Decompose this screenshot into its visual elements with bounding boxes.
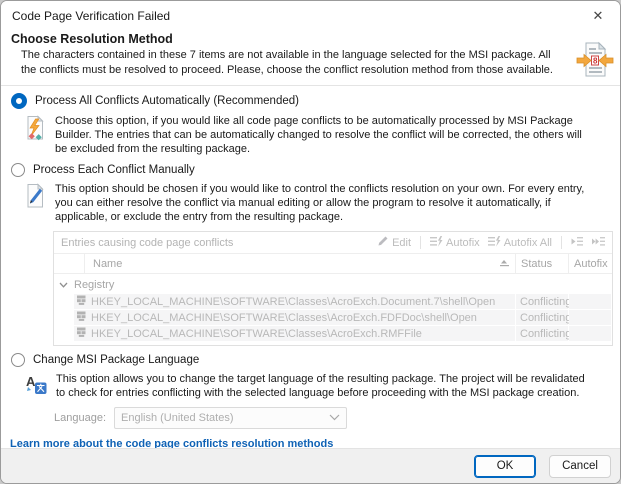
- language-value: English (United States): [121, 412, 234, 424]
- radio-change-language[interactable]: Change MSI Package Language: [11, 353, 620, 367]
- title-bar: Code Page Verification Failed ✕: [1, 1, 620, 30]
- status-badge: Conflicting: [516, 326, 568, 341]
- autofix-cell: [569, 310, 611, 325]
- column-header-autofix[interactable]: Autofix: [568, 254, 612, 273]
- page-title: Choose Resolution Method: [11, 32, 620, 46]
- header-description: The characters contained in these 7 item…: [21, 48, 561, 77]
- cancel-button[interactable]: Cancel: [549, 455, 611, 478]
- registry-key-icon: [76, 310, 87, 325]
- autofix-all-icon: [488, 236, 501, 250]
- exclude-icon: [571, 236, 584, 250]
- exclude-button[interactable]: [569, 236, 586, 250]
- language-field-row: Language: English (United States): [54, 407, 620, 429]
- table-row[interactable]: HKEY_LOCAL_MACHINE\SOFTWARE\Classes\Acro…: [74, 326, 611, 341]
- code-page-verification-dialog: Code Page Verification Failed ✕ Choose R…: [0, 0, 621, 484]
- chevron-down-icon: [59, 279, 68, 291]
- autofix-all-label: Autofix All: [504, 237, 552, 249]
- column-header-status[interactable]: Status: [515, 254, 568, 273]
- toolbar-separator: [420, 236, 421, 249]
- dialog-header: Choose Resolution Method The characters …: [1, 30, 620, 86]
- autofix-button[interactable]: Autofix: [428, 236, 482, 250]
- radio-automatic-label: Process All Conflicts Automatically (Rec…: [35, 95, 299, 107]
- chevron-down-icon: [329, 412, 340, 424]
- table-row[interactable]: HKEY_LOCAL_MACHINE\SOFTWARE\Classes\Acro…: [74, 310, 611, 325]
- status-column-label: Status: [521, 258, 552, 270]
- conflicts-table: Entries causing code page conflicts Edit: [53, 231, 613, 346]
- sort-icon: [499, 258, 510, 270]
- expander-column-header: [54, 254, 85, 273]
- edit-document-icon: [25, 183, 46, 213]
- radio-manual-label: Process Each Conflict Manually: [33, 164, 195, 176]
- automatic-description: Choose this option, if you would like al…: [55, 114, 587, 156]
- name-column-label: Name: [93, 258, 122, 270]
- registry-key-icon: [76, 326, 87, 341]
- entry-name: HKEY_LOCAL_MACHINE\SOFTWARE\Classes\Acro…: [91, 328, 422, 340]
- group-label: Registry: [74, 279, 114, 291]
- status-badge: Conflicting: [516, 294, 568, 309]
- translate-icon: A: [25, 373, 47, 399]
- ok-button[interactable]: OK: [474, 455, 536, 478]
- entry-name: HKEY_LOCAL_MACHINE\SOFTWARE\Classes\Acro…: [91, 312, 477, 324]
- radio-process-automatically[interactable]: Process All Conflicts Automatically (Rec…: [11, 93, 620, 109]
- conflicts-table-toolbar: Entries causing code page conflicts Edit: [54, 232, 612, 254]
- radio-process-manually[interactable]: Process Each Conflict Manually: [11, 163, 620, 177]
- language-description: This option allows you to change the tar…: [56, 372, 588, 400]
- entry-name: HKEY_LOCAL_MACHINE\SOFTWARE\Classes\Acro…: [91, 296, 495, 308]
- language-select[interactable]: English (United States): [114, 407, 347, 429]
- autofix-cell: [569, 326, 611, 341]
- automatic-description-block: Choose this option, if you would like al…: [25, 114, 620, 156]
- autofix-document-icon: [25, 115, 46, 145]
- autofix-all-button[interactable]: Autofix All: [486, 236, 554, 250]
- autofix-column-label: Autofix: [574, 258, 608, 270]
- autofix-cell: [569, 294, 611, 309]
- edit-button[interactable]: Edit: [375, 235, 413, 250]
- table-header-row: Name Status Autofix: [54, 254, 612, 274]
- dialog-footer: OK Cancel: [1, 448, 620, 483]
- radio-selected-icon[interactable]: [11, 93, 27, 109]
- radio-unselected-icon[interactable]: [11, 353, 25, 367]
- exclude-all-icon: [592, 236, 605, 250]
- column-header-name[interactable]: Name: [85, 254, 515, 273]
- language-description-block: A This option allows you to change the t…: [25, 372, 620, 400]
- close-icon[interactable]: ✕: [576, 1, 620, 30]
- svg-text:8: 8: [593, 57, 598, 66]
- edit-label: Edit: [392, 237, 411, 249]
- registry-key-icon: [76, 294, 87, 309]
- window-title: Code Page Verification Failed: [12, 9, 170, 23]
- manual-description-block: This option should be chosen if you woul…: [25, 182, 620, 224]
- table-caption: Entries causing code page conflicts: [61, 237, 233, 249]
- autofix-icon: [430, 236, 443, 250]
- autofix-label: Autofix: [446, 237, 480, 249]
- status-badge: Conflicting: [516, 310, 568, 325]
- table-row[interactable]: HKEY_LOCAL_MACHINE\SOFTWARE\Classes\Acro…: [74, 294, 611, 309]
- pencil-icon: [377, 235, 389, 250]
- code-page-conflict-icon: 8: [576, 40, 614, 85]
- radio-language-label: Change MSI Package Language: [33, 354, 199, 366]
- manual-description: This option should be chosen if you woul…: [55, 182, 587, 224]
- language-label: Language:: [54, 412, 106, 424]
- radio-unselected-icon[interactable]: [11, 163, 25, 177]
- registry-group-row[interactable]: Registry: [54, 276, 612, 294]
- exclude-all-button[interactable]: [590, 236, 607, 250]
- svg-text:A: A: [26, 374, 36, 389]
- toolbar-separator: [561, 236, 562, 249]
